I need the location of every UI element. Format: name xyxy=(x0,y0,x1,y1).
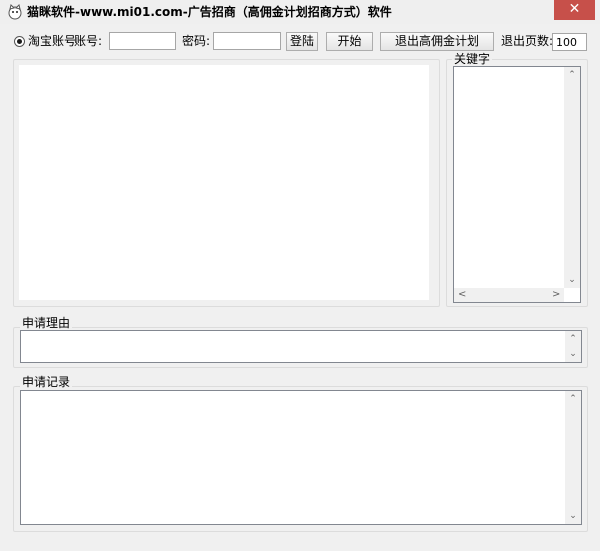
reason-vertical-scrollbar[interactable]: ⌃ ⌄ xyxy=(565,331,581,362)
taobao-account-radio[interactable] xyxy=(14,36,25,47)
record-title: 申请记录 xyxy=(20,375,73,389)
taobao-account-label: 淘宝账号 xyxy=(28,34,77,48)
keywords-title: 关键字 xyxy=(452,52,493,66)
scroll-down-icon[interactable]: ⌄ xyxy=(564,274,580,286)
window-title: 猫眯软件-www.mi01.com-广告招商（高佣金计划招商方式）软件 xyxy=(27,5,392,19)
scroll-down-icon[interactable]: ⌄ xyxy=(565,510,581,522)
client-area: 淘宝账号 账号: 密码: 登陆 开始 退出高佣金计划 退出页数: 关键字 ⌃ ⌄… xyxy=(8,26,592,544)
exit-pages-input[interactable] xyxy=(552,33,587,51)
scroll-right-icon[interactable]: > xyxy=(552,288,560,302)
keywords-vertical-scrollbar[interactable]: ⌃ ⌄ xyxy=(564,67,580,288)
record-text xyxy=(21,391,29,395)
password-input[interactable] xyxy=(213,32,281,50)
keywords-horizontal-scrollbar[interactable]: < > xyxy=(454,288,564,302)
record-textarea[interactable]: ⌃ ⌄ xyxy=(20,390,582,525)
account-input[interactable] xyxy=(109,32,176,50)
scroll-up-icon[interactable]: ⌃ xyxy=(565,393,581,405)
exit-plan-button[interactable]: 退出高佣金计划 xyxy=(380,32,494,51)
account-label: 账号: xyxy=(74,34,103,48)
close-button[interactable]: ✕ xyxy=(554,0,595,20)
reason-title: 申请理由 xyxy=(20,316,73,330)
start-button[interactable]: 开始 xyxy=(326,32,373,51)
keywords-list[interactable]: ⌃ ⌄ < > xyxy=(453,66,581,303)
reason-textarea[interactable]: ⌃ ⌄ xyxy=(20,330,582,363)
scroll-down-icon[interactable]: ⌄ xyxy=(565,348,581,360)
record-vertical-scrollbar[interactable]: ⌃ ⌄ xyxy=(565,391,581,524)
reason-text xyxy=(21,331,29,335)
scroll-up-icon[interactable]: ⌃ xyxy=(564,69,580,81)
content-view[interactable] xyxy=(19,65,429,300)
password-label: 密码: xyxy=(182,34,211,48)
title-bar: 猫眯软件-www.mi01.com-广告招商（高佣金计划招商方式）软件 ✕ xyxy=(0,0,600,24)
exit-pages-label: 退出页数: xyxy=(501,34,554,48)
login-button[interactable]: 登陆 xyxy=(286,32,318,51)
app-icon xyxy=(7,4,23,20)
scroll-left-icon[interactable]: < xyxy=(458,288,466,302)
scroll-up-icon[interactable]: ⌃ xyxy=(565,333,581,345)
